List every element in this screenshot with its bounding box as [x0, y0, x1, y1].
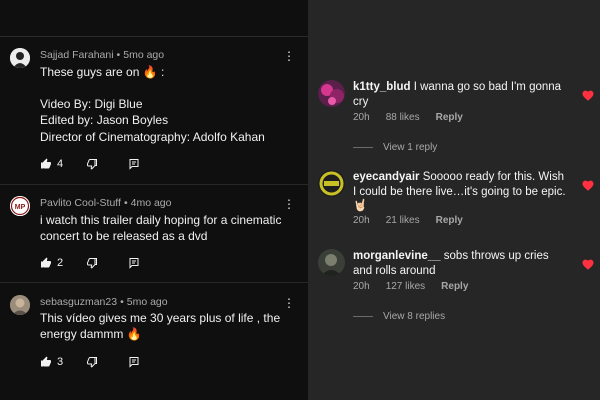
dislike-button[interactable] — [86, 354, 98, 370]
separator-dot: • — [123, 197, 128, 209]
comment-meta: 20h 88 likes Reply — [353, 112, 479, 123]
like-button[interactable]: 2 — [40, 255, 63, 271]
thumbs-down-icon — [87, 357, 97, 368]
comment-line: This vídeo gives me 30 years plus of lif… — [40, 311, 281, 325]
comment-username[interactable]: morganlevine__ — [353, 250, 441, 262]
comment-author[interactable]: Sajjad Farahani — [40, 49, 114, 61]
user-avatar-pink-icon — [318, 80, 345, 107]
comment-line: Director of Cinematography: Adolfo Kahan — [40, 129, 265, 144]
comment-line: energy dammm 🔥 — [40, 327, 142, 342]
youtube-comments-panel: Sajjad Farahani • 5mo ago ⋮ These guys are… — [0, 0, 308, 400]
comment-reply-icon — [129, 357, 139, 368]
divider — [0, 282, 308, 283]
comment-text: This vídeo gives me 30 years plus of lif… — [40, 310, 280, 342]
separator-dot: • — [116, 49, 121, 61]
comment-actions: 3 — [40, 354, 160, 370]
reply-button[interactable] — [128, 156, 140, 172]
reply-button[interactable]: Reply — [441, 281, 468, 292]
heart-icon[interactable] — [582, 180, 594, 191]
avatar[interactable]: MP — [10, 196, 30, 216]
comment-actions: 4 — [40, 156, 160, 172]
user-avatar-badge-icon — [318, 170, 345, 197]
more-options-icon[interactable]: ⋮ — [283, 196, 295, 212]
user-avatar-silhouette-icon — [10, 48, 30, 68]
comment-line: Edited by: Jason Boyles — [40, 113, 169, 128]
comment-time: 4mo ago — [130, 197, 172, 209]
thumbs-up-icon — [41, 158, 51, 169]
thumbs-down-icon — [87, 159, 97, 170]
comment-line: These guys are on 🔥 : — [40, 65, 165, 79]
comment-meta: 20h 21 likes Reply — [353, 215, 479, 226]
reply-button[interactable] — [128, 354, 140, 370]
thumbs-up-icon — [41, 356, 51, 367]
comment-meta: Pavlito Cool-Stuff • 4mo ago — [40, 197, 172, 209]
more-options-icon[interactable]: ⋮ — [283, 48, 295, 64]
comment-author[interactable]: Pavlito Cool-Stuff — [40, 197, 121, 209]
comment-time: 20h — [353, 281, 370, 292]
comment-time: 20h — [353, 215, 370, 226]
more-options-icon[interactable]: ⋮ — [283, 295, 295, 311]
avatar[interactable] — [10, 48, 30, 68]
heart-icon[interactable] — [582, 259, 594, 270]
comment-text: i watch this trailer daily hoping for a … — [40, 212, 281, 244]
comment-line — [40, 80, 265, 96]
comment-text: These guys are on 🔥 : Video By: Digi Blu… — [40, 64, 265, 145]
view-replies-button[interactable]: View 8 replies — [353, 310, 445, 322]
like-count: 4 — [57, 158, 64, 170]
like-button[interactable]: 3 — [40, 354, 63, 370]
comment-line: concert to be released as a dvd — [40, 229, 208, 244]
comment-text: eyecandyair Sooooo ready for this. Wish … — [353, 170, 568, 214]
divider — [0, 184, 308, 185]
comment-reply-icon — [129, 258, 139, 269]
thumbs-down-icon — [87, 258, 97, 269]
comment-text: morganlevine__ sobs throws up cries and … — [353, 249, 568, 278]
comment-time: 20h — [353, 112, 370, 123]
comment-time: 5mo ago — [123, 49, 165, 61]
comment-meta: 20h 127 likes Reply — [353, 281, 484, 292]
avatar[interactable] — [10, 295, 30, 315]
reply-thread-line — [353, 146, 373, 148]
divider — [0, 36, 308, 37]
view-replies-label: View 1 reply — [383, 141, 438, 153]
reply-button[interactable] — [128, 255, 140, 271]
view-replies-button[interactable]: View 1 reply — [353, 141, 437, 153]
reply-button[interactable]: Reply — [436, 112, 463, 123]
comment-username[interactable]: eyecandyair — [353, 171, 420, 183]
comment-actions: 2 — [40, 255, 160, 271]
view-replies-label: View 8 replies — [383, 310, 446, 322]
like-count: 2 — [57, 257, 64, 269]
reply-thread-line — [353, 315, 373, 317]
comment-reply-icon — [129, 159, 139, 170]
heart-icon[interactable] — [582, 90, 594, 101]
comment-line: Video By: Digi Blue — [40, 97, 143, 112]
comment-meta: Sajjad Farahani • 5mo ago — [40, 49, 164, 61]
thumbs-up-icon — [41, 257, 51, 268]
comment-time: 5mo ago — [126, 296, 168, 308]
user-avatar-logo-icon: MP — [10, 196, 30, 216]
comment-text: k1tty_blud I wanna go so bad I'm gonna c… — [353, 80, 568, 109]
comment-likes[interactable]: 88 likes — [386, 112, 420, 123]
instagram-comments-panel: k1tty_blud I wanna go so bad I'm gonna c… — [308, 0, 600, 400]
comment-likes[interactable]: 21 likes — [386, 215, 420, 226]
avatar[interactable] — [318, 249, 345, 276]
avatar[interactable] — [318, 170, 345, 197]
avatar[interactable] — [318, 80, 345, 107]
like-button[interactable]: 4 — [40, 156, 63, 172]
comment-line: i watch this trailer daily hoping for a … — [40, 213, 282, 227]
comment-username[interactable]: k1tty_blud — [353, 81, 411, 93]
comment-author[interactable]: sebasguzman23 — [40, 296, 117, 308]
dislike-button[interactable] — [86, 156, 98, 172]
separator-dot: • — [120, 296, 124, 308]
user-avatar-dark-icon — [318, 249, 345, 276]
reply-button[interactable]: Reply — [436, 215, 463, 226]
comment-likes[interactable]: 127 likes — [386, 281, 425, 292]
user-avatar-photo-icon — [10, 295, 30, 315]
like-count: 3 — [57, 356, 64, 368]
comment-meta: sebasguzman23 • 5mo ago — [40, 296, 168, 308]
dislike-button[interactable] — [86, 255, 98, 271]
svg-text:MP: MP — [15, 204, 26, 211]
